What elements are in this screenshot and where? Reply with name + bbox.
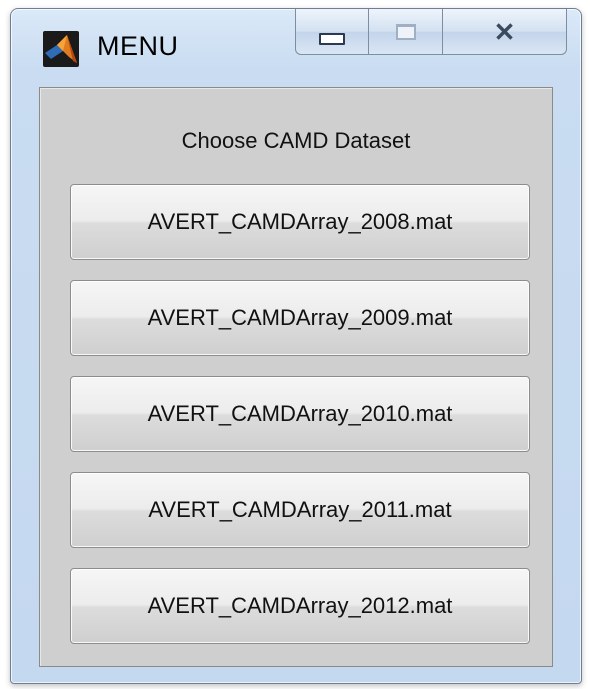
dataset-button-2012[interactable]: AVERT_CAMDArray_2012.mat (70, 568, 530, 644)
caption-buttons: ✕ (295, 9, 567, 57)
minimize-button[interactable] (295, 9, 369, 55)
dataset-button-2010[interactable]: AVERT_CAMDArray_2010.mat (70, 376, 530, 452)
dataset-button-2009[interactable]: AVERT_CAMDArray_2009.mat (70, 280, 530, 356)
maximize-icon (395, 23, 416, 40)
menu-window: MENU ✕ Choose CAMD Dataset AVERT_CAMDArr… (10, 8, 582, 684)
matlab-icon[interactable] (43, 31, 79, 67)
title-bar[interactable]: MENU ✕ (11, 9, 581, 81)
maximize-button[interactable] (369, 9, 443, 55)
window-title: MENU (97, 31, 179, 61)
close-icon: ✕ (493, 16, 516, 47)
dataset-button-2011[interactable]: AVERT_CAMDArray_2011.mat (70, 472, 530, 548)
minimize-icon (319, 32, 345, 45)
close-button[interactable]: ✕ (443, 9, 567, 55)
dataset-panel: Choose CAMD Dataset AVERT_CAMDArray_2008… (39, 87, 553, 667)
dataset-button-2008[interactable]: AVERT_CAMDArray_2008.mat (70, 184, 530, 260)
panel-heading: Choose CAMD Dataset (181, 128, 411, 153)
